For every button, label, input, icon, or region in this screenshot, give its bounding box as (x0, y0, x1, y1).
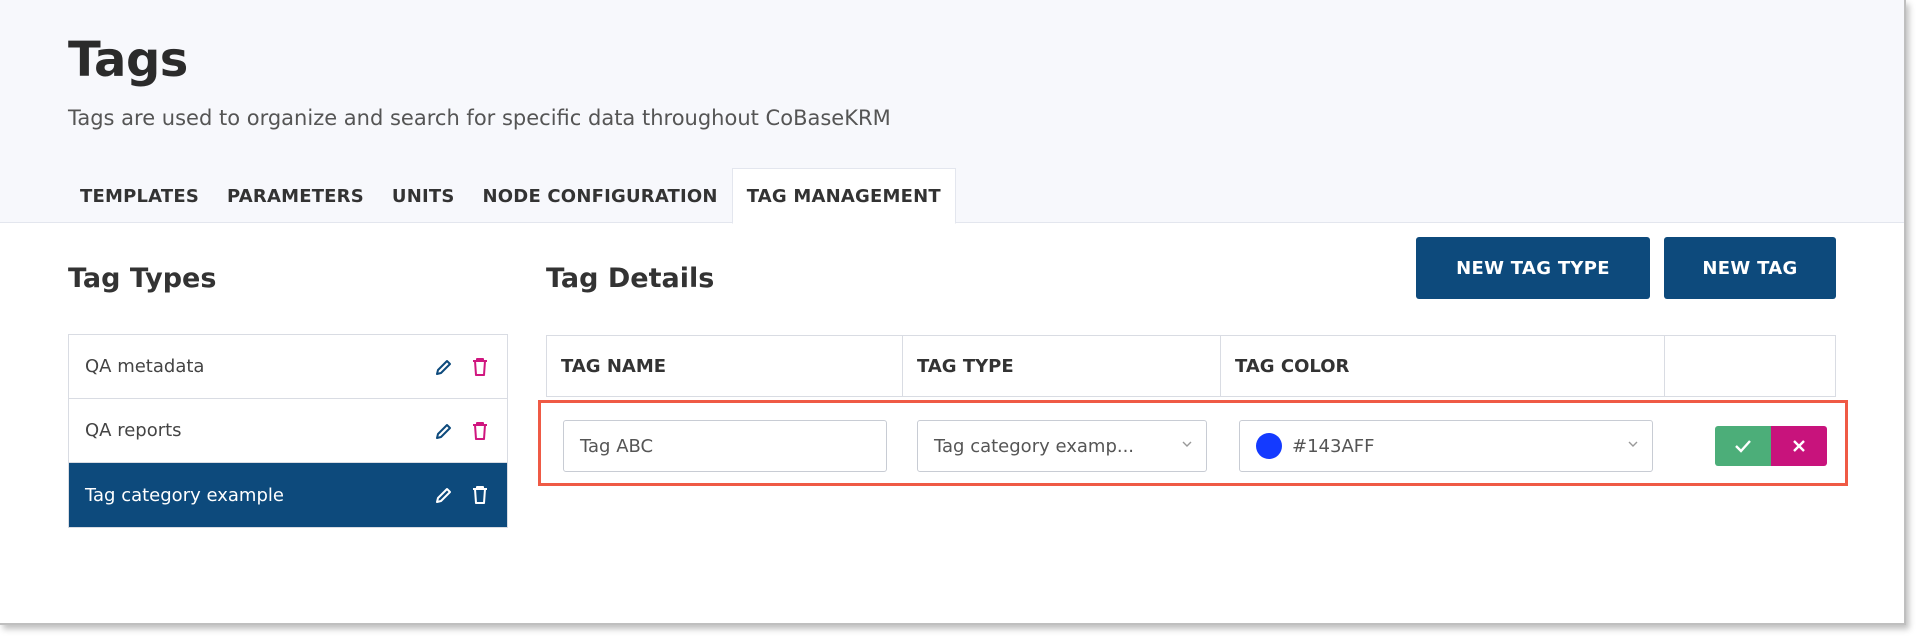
tag-type-item[interactable]: QA reports (69, 399, 507, 463)
color-swatch (1256, 433, 1282, 459)
edit-pencil-icon[interactable] (433, 356, 455, 378)
app-window: Tags Tags are used to organize and searc… (0, 0, 1906, 625)
column-header-tag-name: TAG NAME (547, 336, 903, 396)
tag-color-select[interactable]: #143AFF (1239, 420, 1653, 472)
column-header-actions (1665, 336, 1835, 396)
page-header: Tags Tags are used to organize and searc… (0, 0, 1904, 224)
tag-type-item[interactable]: QA metadata (69, 335, 507, 399)
page-title: Tags (68, 32, 188, 88)
tag-types-title: Tag Types (68, 263, 217, 294)
tag-details-title: Tag Details (546, 263, 715, 294)
tab-tag-management[interactable]: TAG MANAGEMENT (731, 168, 956, 224)
tag-type-label: QA metadata (85, 356, 205, 377)
edit-pencil-icon[interactable] (433, 420, 455, 442)
table-header: TAG NAME TAG TYPE TAG COLOR (546, 335, 1836, 397)
confirm-button[interactable] (1715, 426, 1771, 466)
cancel-button[interactable] (1771, 426, 1827, 466)
tag-type-item-selected[interactable]: Tag category example (69, 463, 507, 527)
chevron-down-icon (1182, 441, 1192, 447)
tab-bar: TEMPLATES PARAMETERS UNITS NODE CONFIGUR… (66, 168, 956, 224)
tag-type-label: Tag category example (85, 484, 284, 506)
tag-type-select-value: Tag category examp... (934, 435, 1135, 457)
tag-type-label: QA reports (85, 420, 182, 441)
new-tag-button[interactable]: NEW TAG (1664, 237, 1836, 299)
tab-parameters[interactable]: PARAMETERS (213, 168, 378, 224)
chevron-down-icon (1628, 441, 1638, 447)
check-icon (1735, 440, 1751, 453)
tag-edit-row: Tag ABC Tag category examp... #143AFF (538, 400, 1848, 486)
edit-pencil-icon[interactable] (433, 484, 455, 506)
tag-color-value: #143AFF (1292, 435, 1375, 457)
tab-units[interactable]: UNITS (378, 168, 469, 224)
tag-name-input[interactable]: Tag ABC (563, 420, 887, 472)
column-header-tag-type: TAG TYPE (903, 336, 1221, 396)
close-icon (1793, 440, 1805, 452)
tag-type-select[interactable]: Tag category examp... (917, 420, 1207, 472)
page-subtitle: Tags are used to organize and search for… (68, 106, 891, 130)
new-tag-type-button[interactable]: NEW TAG TYPE (1416, 237, 1650, 299)
delete-trash-icon[interactable] (469, 484, 491, 506)
tab-templates[interactable]: TEMPLATES (66, 168, 213, 224)
delete-trash-icon[interactable] (469, 356, 491, 378)
tag-details-table: TAG NAME TAG TYPE TAG COLOR (546, 335, 1836, 397)
column-header-tag-color: TAG COLOR (1221, 336, 1665, 396)
delete-trash-icon[interactable] (469, 420, 491, 442)
tag-types-list: QA metadata QA reports Tag category exam… (68, 334, 508, 528)
tab-node-configuration[interactable]: NODE CONFIGURATION (469, 168, 732, 224)
